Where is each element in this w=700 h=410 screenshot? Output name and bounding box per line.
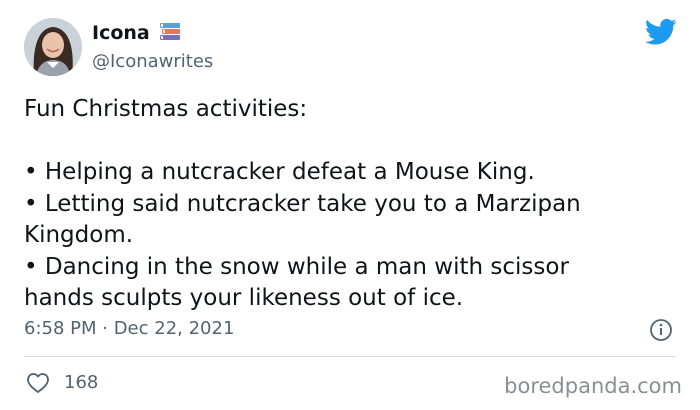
tweet-line: • Dancing in the snow while a man with s…: [24, 253, 569, 280]
info-icon[interactable]: [649, 318, 673, 342]
avatar[interactable]: [24, 18, 82, 76]
tweet-card: Icona @Iconawrites Fun Christmas activit…: [0, 0, 700, 410]
tweet-text: Fun Christmas activities: • Helping a nu…: [24, 94, 674, 315]
tweet-timestamp[interactable]: 6:58 PM · Dec 22, 2021: [24, 318, 234, 339]
tweet-line: Kingdom.: [24, 222, 134, 248]
twitter-bird-icon[interactable]: [645, 18, 677, 46]
heart-icon[interactable]: [26, 372, 50, 394]
display-name[interactable]: Icona: [92, 22, 182, 44]
tweet-line: • Helping a nutcracker defeat a Mouse Ki…: [24, 159, 535, 185]
display-name-text: Icona: [92, 22, 150, 44]
tweet-line: Fun Christmas activities:: [24, 96, 308, 122]
books-emoji-icon: [158, 22, 182, 44]
tweet-line: hands sculpts your likeness out of ice.: [24, 285, 464, 311]
user-handle[interactable]: @Iconawrites: [92, 51, 213, 72]
like-count: 168: [64, 372, 99, 393]
tweet-line: • Letting said nutcracker take you to a …: [24, 190, 581, 217]
divider: [24, 356, 676, 357]
watermark: boredpanda.com: [504, 374, 682, 398]
